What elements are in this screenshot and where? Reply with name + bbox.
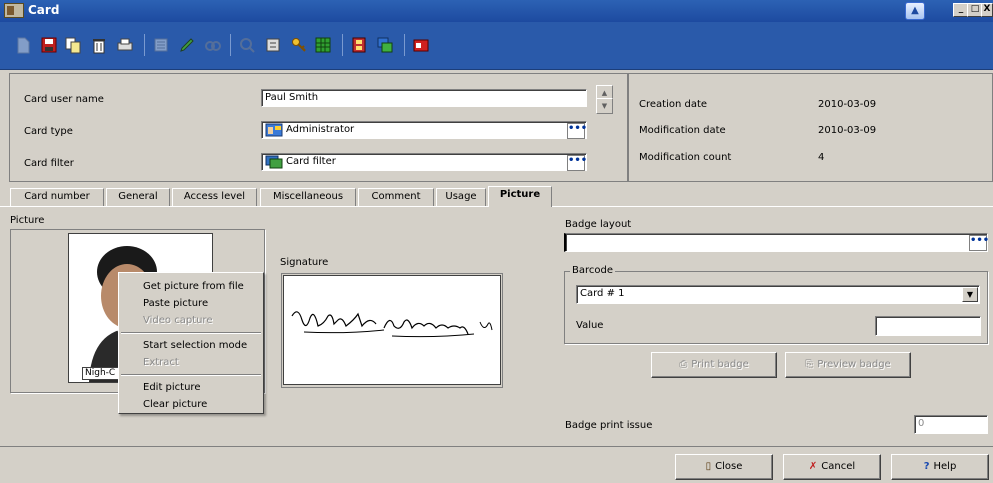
close-button[interactable]: ▯ Close	[675, 454, 773, 480]
title-bar: Card ▲ _ □ X	[0, 0, 993, 22]
tab-card-number[interactable]: Card number	[10, 188, 104, 206]
menu-item-clear-picture[interactable]: Clear picture	[143, 399, 207, 410]
signature-image[interactable]	[283, 275, 501, 385]
preview-badge-button[interactable]: ⎘ Preview badge	[785, 352, 911, 378]
close-window-button[interactable]: X	[981, 3, 993, 17]
question-icon: ?	[923, 461, 930, 472]
cancel-button[interactable]: ✗ Cancel	[783, 454, 881, 480]
signature-label: Signature	[280, 257, 329, 268]
menu-item-start-selection[interactable]: Start selection mode	[143, 340, 247, 351]
menu-item-extract[interactable]: Extract	[143, 357, 179, 368]
save-icon[interactable]	[40, 36, 58, 54]
toolbar	[0, 22, 993, 70]
grid-icon[interactable]	[314, 36, 332, 54]
printer-icon: ⎙	[679, 359, 688, 370]
card-user-name-field[interactable]: Paul Smith	[261, 89, 587, 107]
picture-label: Picture	[10, 215, 45, 226]
tab-picture[interactable]: Picture	[488, 186, 552, 207]
barcode-value: Card # 1	[580, 288, 625, 299]
find-icon[interactable]	[204, 36, 222, 54]
menu-item-video-capture[interactable]: Video capture	[143, 315, 212, 326]
collapse-button[interactable]: ▲	[905, 2, 925, 20]
card-filter-value: Card filter	[286, 156, 336, 167]
edit-icon[interactable]	[178, 36, 196, 54]
window-title: Card	[28, 3, 60, 17]
help-button[interactable]: ? Help	[891, 454, 989, 480]
duplicate-icon[interactable]	[376, 36, 394, 54]
tab-miscellaneous[interactable]: Miscellaneous	[260, 188, 356, 206]
creation-date-value: 2010-03-09	[818, 99, 877, 110]
menu-separator	[121, 332, 261, 334]
picture-context-menu: Get picture from file Paste picture Vide…	[118, 272, 264, 414]
modification-count-value: 4	[818, 152, 825, 163]
modification-date-label: Modification date	[639, 125, 726, 136]
card-info-panel: Creation date 2010-03-09 Modification da…	[627, 73, 993, 182]
menu-item-paste-picture[interactable]: Paste picture	[143, 298, 208, 309]
preview-icon: ⎘	[805, 359, 814, 370]
chevron-down-icon[interactable]: ▼	[962, 287, 978, 302]
creation-date-label: Creation date	[639, 99, 708, 110]
menu-item-get-picture[interactable]: Get picture from file	[143, 281, 244, 292]
card-icon[interactable]	[412, 36, 430, 54]
card-filter-field[interactable]: Card filter	[261, 153, 587, 171]
search-icon[interactable]	[238, 36, 256, 54]
administrator-icon	[265, 123, 283, 137]
new-icon[interactable]	[14, 36, 32, 54]
tab-general[interactable]: General	[106, 188, 170, 206]
menu-item-edit-picture[interactable]: Edit picture	[143, 382, 200, 393]
tab-comment[interactable]: Comment	[358, 188, 434, 206]
card-type-browse-button[interactable]: •••	[567, 123, 587, 139]
badge-layout-label: Badge layout	[565, 219, 632, 230]
menu-separator	[121, 374, 261, 376]
copy-icon[interactable]	[64, 36, 82, 54]
door-icon: ▯	[705, 461, 712, 472]
badge-layout-browse-button[interactable]: •••	[969, 235, 989, 251]
spin-down-button[interactable]: ▼	[596, 98, 613, 114]
card-filter-label: Card filter	[24, 158, 74, 169]
delete-icon[interactable]	[90, 36, 108, 54]
list-icon[interactable]	[152, 36, 170, 54]
properties-icon[interactable]	[264, 36, 282, 54]
card-filter-browse-button[interactable]: •••	[567, 155, 587, 171]
card-user-name-label: Card user name	[24, 94, 104, 105]
card-type-field[interactable]: Administrator	[261, 121, 587, 139]
badge-print-issue-field[interactable]: 0	[914, 415, 988, 434]
key-icon[interactable]	[290, 36, 308, 54]
modification-count-label: Modification count	[639, 152, 732, 163]
barcode-select[interactable]: Card # 1	[576, 285, 980, 304]
card-type-label: Card type	[24, 126, 73, 137]
card-filter-icon	[265, 155, 283, 169]
tab-access-level[interactable]: Access level	[172, 188, 257, 206]
print-icon[interactable]	[116, 36, 134, 54]
film-icon[interactable]	[350, 36, 368, 54]
app-icon	[4, 3, 24, 18]
badge-print-issue-label: Badge print issue	[565, 420, 653, 431]
tab-usage[interactable]: Usage	[436, 188, 486, 206]
card-type-value: Administrator	[286, 124, 355, 135]
footer-bar: ▯ Close ✗ Cancel ? Help	[0, 446, 993, 483]
print-badge-button[interactable]: ⎙ Print badge	[651, 352, 777, 378]
signature-frame	[281, 273, 503, 388]
barcode-label: Barcode	[570, 265, 615, 276]
value-field[interactable]	[875, 316, 981, 336]
badge-layout-field[interactable]	[564, 233, 988, 252]
x-icon: ✗	[808, 461, 818, 472]
modification-date-value: 2010-03-09	[818, 125, 877, 136]
value-label: Value	[576, 320, 604, 331]
